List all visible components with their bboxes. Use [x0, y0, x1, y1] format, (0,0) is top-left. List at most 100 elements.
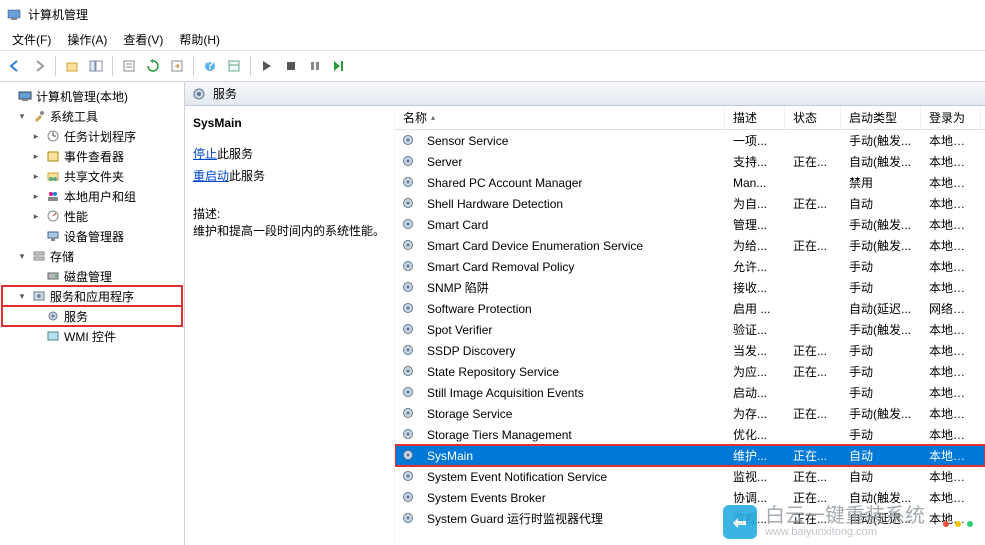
tree-local-users[interactable]: ▸本地用户和组 [2, 186, 182, 206]
gear-icon [401, 301, 417, 317]
tree-services-apps[interactable]: ▾服务和应用程序 [2, 286, 182, 306]
tree-shared-folders[interactable]: ▸共享文件夹 [2, 166, 182, 186]
cell-desc: 验证... [725, 321, 785, 338]
cell-logon: 本地服务 [921, 216, 981, 233]
wmi-icon [45, 328, 61, 344]
cell-status: 正在... [785, 237, 841, 254]
cell-desc: 为自... [725, 195, 785, 212]
stop-button[interactable] [280, 55, 302, 77]
cell-start: 自动 [841, 195, 921, 212]
tree-device-manager[interactable]: 设备管理器 [2, 226, 182, 246]
stop-link[interactable]: 停止 [193, 147, 217, 161]
cell-logon: 本地系统 [921, 405, 981, 422]
cell-start: 手动 [841, 279, 921, 296]
properties-button[interactable] [118, 55, 140, 77]
tree-pane: 计算机管理(本地) ▾系统工具 ▸任务计划程序 ▸事件查看器 ▸共享文件夹 ▸本… [0, 82, 185, 545]
service-rows: Sensor Service一项...手动(触发...本地系统Server支持.… [395, 130, 985, 545]
cell-status: 正在... [785, 342, 841, 359]
cell-logon: 本地系统 [921, 384, 981, 401]
cell-desc: 允许... [725, 258, 785, 275]
show-hide-button[interactable] [85, 55, 107, 77]
service-row[interactable]: SNMP 陷阱接收...手动本地服务 [395, 277, 985, 298]
service-row[interactable]: Smart Card管理...手动(触发...本地服务 [395, 214, 985, 235]
service-row[interactable]: Storage Service为存...正在...手动(触发...本地系统 [395, 403, 985, 424]
cell-logon: 网络服务 [921, 300, 981, 317]
tree-services[interactable]: 服务 [2, 306, 182, 326]
service-row[interactable]: Spot Verifier验证...手动(触发...本地系统 [395, 319, 985, 340]
view-button[interactable] [223, 55, 245, 77]
help-button[interactable]: ? [199, 55, 221, 77]
tree-task-scheduler[interactable]: ▸任务计划程序 [2, 126, 182, 146]
gear-icon [401, 364, 417, 380]
service-row[interactable]: Server支持...正在...自动(触发...本地系统 [395, 151, 985, 172]
tree-root[interactable]: 计算机管理(本地) [2, 86, 182, 106]
cell-desc: 启用 ... [725, 300, 785, 317]
col-desc[interactable]: 描述 [725, 106, 785, 129]
tree-storage[interactable]: ▾存储 [2, 246, 182, 266]
cell-logon: 本地系统 [921, 174, 981, 191]
refresh-button[interactable] [142, 55, 164, 77]
cell-name: Spot Verifier [419, 323, 725, 337]
service-row[interactable]: Still Image Acquisition Events启动...手动本地系… [395, 382, 985, 403]
col-logon[interactable]: 登录为 [921, 106, 981, 129]
cell-name: Server [419, 155, 725, 169]
service-row[interactable]: System Events Broker协调...正在...自动(触发...本地… [395, 487, 985, 508]
svg-text:?: ? [206, 59, 213, 72]
service-row[interactable]: Smart Card Device Enumeration Service为给.… [395, 235, 985, 256]
cell-logon: 本地系统 [921, 426, 981, 443]
service-row[interactable]: State Repository Service为应...正在...手动本地系统 [395, 361, 985, 382]
service-row[interactable]: Software Protection启用 ...自动(延迟...网络服务 [395, 298, 985, 319]
cell-start: 手动 [841, 363, 921, 380]
cell-name: SSDP Discovery [419, 344, 725, 358]
service-row[interactable]: Sensor Service一项...手动(触发...本地系统 [395, 130, 985, 151]
col-status[interactable]: 状态 [785, 106, 841, 129]
tree-performance[interactable]: ▸性能 [2, 206, 182, 226]
service-name: SysMain [193, 116, 386, 130]
service-row[interactable]: System Event Notification Service监视...正在… [395, 466, 985, 487]
service-row[interactable]: Storage Tiers Management优化...手动本地系统 [395, 424, 985, 445]
service-row[interactable]: Shared PC Account ManagerMan...禁用本地系统 [395, 172, 985, 193]
cell-desc: 为存... [725, 405, 785, 422]
restart-link[interactable]: 重启动 [193, 169, 229, 183]
toolbar: ? [0, 50, 985, 82]
col-name[interactable]: 名称 [395, 106, 725, 129]
export-button[interactable] [166, 55, 188, 77]
restart-button[interactable] [328, 55, 350, 77]
service-row[interactable]: Shell Hardware Detection为自...正在...自动本地系统 [395, 193, 985, 214]
desc-text: 维护和提高一段时间内的系统性能。 [193, 222, 386, 239]
cell-name: System Guard 运行时监视器代理 [419, 510, 725, 527]
cell-desc: 协调... [725, 489, 785, 506]
tree-wmi[interactable]: WMI 控件 [2, 326, 182, 346]
menu-view[interactable]: 查看(V) [117, 29, 169, 50]
pause-button[interactable] [304, 55, 326, 77]
cell-name: Software Protection [419, 302, 725, 316]
service-row[interactable]: SSDP Discovery当发...正在...手动本地服务 [395, 340, 985, 361]
forward-button[interactable] [28, 55, 50, 77]
col-start[interactable]: 启动类型 [841, 106, 921, 129]
tree-event-viewer[interactable]: ▸事件查看器 [2, 146, 182, 166]
gear-icon [401, 322, 417, 338]
gear-icon [401, 448, 417, 464]
cell-desc: 接收... [725, 279, 785, 296]
cell-desc: 为给... [725, 237, 785, 254]
tree-system-tools[interactable]: ▾系统工具 [2, 106, 182, 126]
cell-desc: 为应... [725, 363, 785, 380]
cell-status: 正在... [785, 363, 841, 380]
back-button[interactable] [4, 55, 26, 77]
cell-desc: 监视... [725, 468, 785, 485]
app-icon [6, 6, 22, 22]
up-button[interactable] [61, 55, 83, 77]
cell-logon: 本地系统 [921, 468, 981, 485]
cell-name: Smart Card Removal Policy [419, 260, 725, 274]
cell-desc: 一项... [725, 132, 785, 149]
play-button[interactable] [256, 55, 278, 77]
cell-logon: 本地系统 [921, 132, 981, 149]
tree-disk-mgmt[interactable]: 磁盘管理 [2, 266, 182, 286]
menu-file[interactable]: 文件(F) [6, 29, 57, 50]
service-row[interactable]: Smart Card Removal Policy允许...手动本地系统 [395, 256, 985, 277]
menu-action[interactable]: 操作(A) [61, 29, 113, 50]
service-row[interactable]: SysMain维护...正在...自动本地系统 [395, 445, 985, 466]
service-row[interactable]: System Guard 运行时监视器代理监视...正在...自动(延迟...本… [395, 508, 985, 529]
menu-help[interactable]: 帮助(H) [173, 29, 226, 50]
cell-name: SysMain [419, 449, 725, 463]
